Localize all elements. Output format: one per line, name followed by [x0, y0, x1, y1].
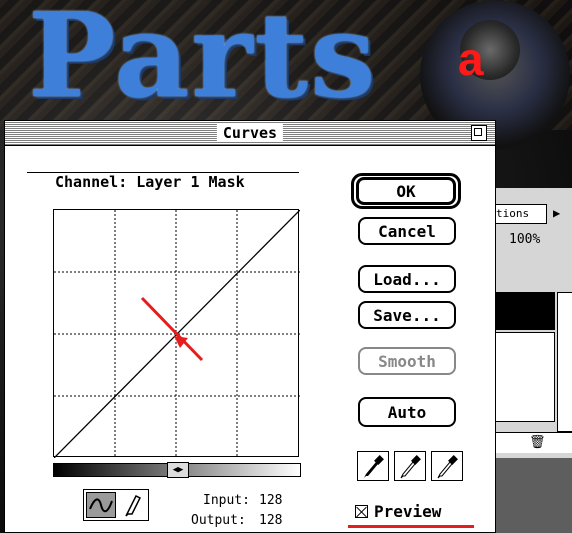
annotation-arrow-diagonal — [140, 296, 204, 362]
load-button[interactable]: Load... — [358, 265, 456, 293]
preview-checkbox-row[interactable]: Preview — [355, 502, 441, 521]
curve-tools — [83, 489, 149, 521]
curve-tool-icon[interactable] — [86, 492, 116, 518]
panel-icon-row: 🗑 — [495, 432, 572, 453]
input-value: 128 — [259, 493, 283, 508]
gradient-toggle-icon[interactable]: ◀▶ — [167, 462, 189, 478]
banner-title: Parts — [28, 0, 378, 124]
ok-button[interactable]: OK — [356, 177, 456, 205]
channel-label: Channel: — [55, 173, 128, 191]
white-eyedropper-icon[interactable] — [431, 451, 463, 481]
gray-eyedropper-icon[interactable] — [394, 451, 426, 481]
dialog-title: Curves — [216, 124, 284, 142]
cancel-button[interactable]: Cancel — [358, 217, 456, 245]
annotation-underline — [348, 525, 474, 528]
black-eyedropper-icon[interactable] — [357, 451, 389, 481]
curve-graph[interactable] — [53, 209, 300, 458]
panel-zoom-value: 100% — [509, 232, 541, 247]
dialog-titlebar[interactable]: Curves — [5, 121, 495, 146]
layer-thumbnail-white[interactable] — [495, 332, 555, 422]
layers-panel: tions ▶ 100% 🗑 — [494, 188, 572, 533]
auto-button[interactable]: Auto — [358, 397, 456, 427]
panel-empty-area — [495, 458, 572, 533]
panel-menu-arrow-icon[interactable]: ▶ — [553, 206, 560, 220]
channel-row: Channel: Layer 1 Mask — [51, 173, 249, 191]
save-button[interactable]: Save... — [358, 301, 456, 329]
preview-checkbox[interactable] — [355, 505, 368, 518]
curves-dialog: Curves Channel: Layer 1 Mask ◀▶ Input: 1… — [4, 120, 496, 533]
input-label: Input: — [203, 493, 250, 508]
preview-label: Preview — [374, 502, 442, 521]
figure-letter: a — [458, 33, 484, 85]
channel-select[interactable]: Layer 1 Mask — [136, 173, 244, 191]
layer-thumbnail-black[interactable] — [495, 292, 555, 330]
trash-icon[interactable]: 🗑 — [529, 435, 546, 450]
output-value: 128 — [259, 513, 283, 528]
curve-graph-svg — [54, 210, 300, 458]
output-label: Output: — [191, 513, 246, 528]
pencil-tool-icon[interactable] — [118, 492, 146, 518]
panel-tab[interactable]: tions — [495, 204, 547, 224]
smooth-button: Smooth — [358, 347, 456, 375]
zoom-box-icon[interactable] — [471, 125, 487, 141]
panel-scrollbar[interactable] — [557, 292, 572, 432]
